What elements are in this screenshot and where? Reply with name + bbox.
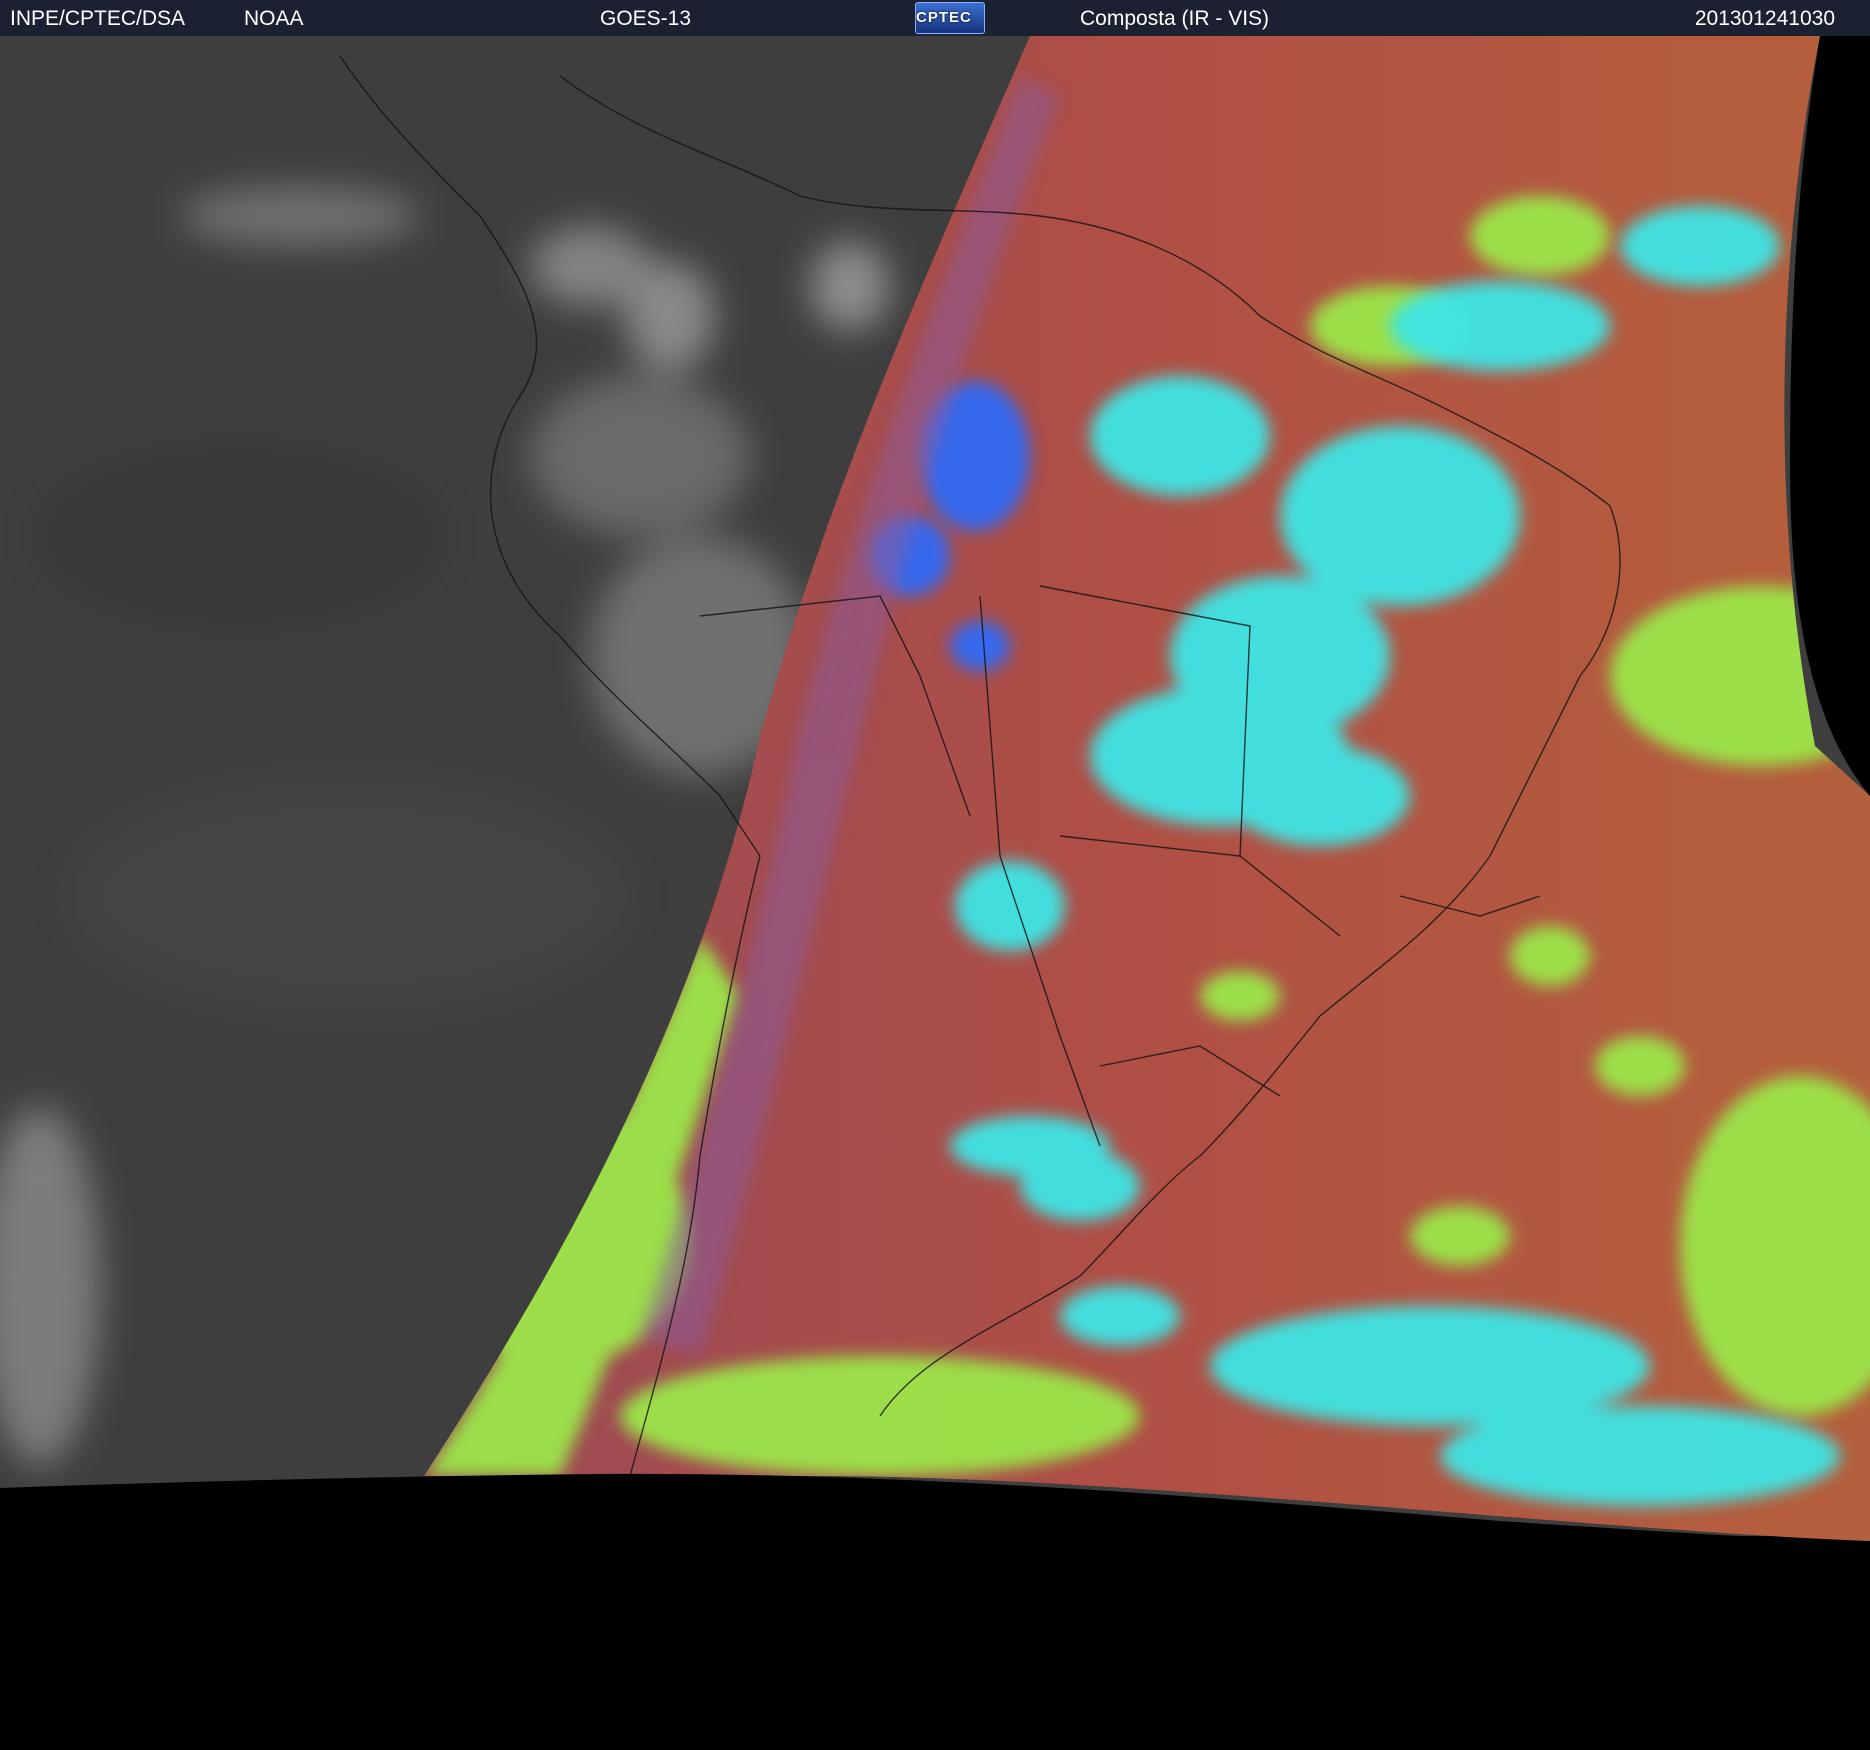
- satellite-image: [0, 36, 1870, 1750]
- image-header: INPE/CPTEC/DSA NOAA GOES-13 CPTEC Compos…: [0, 0, 1870, 36]
- cptec-logo: CPTEC: [915, 2, 985, 34]
- timestamp-label: 201301241030: [1694, 7, 1835, 30]
- agency-label: NOAA: [244, 7, 304, 30]
- product-label: Composta (IR - VIS): [1080, 7, 1270, 30]
- source-label: INPE/CPTEC/DSA: [10, 7, 186, 30]
- satellite-label: GOES-13: [600, 7, 692, 30]
- cptec-logo-text: CPTEC: [916, 9, 972, 26]
